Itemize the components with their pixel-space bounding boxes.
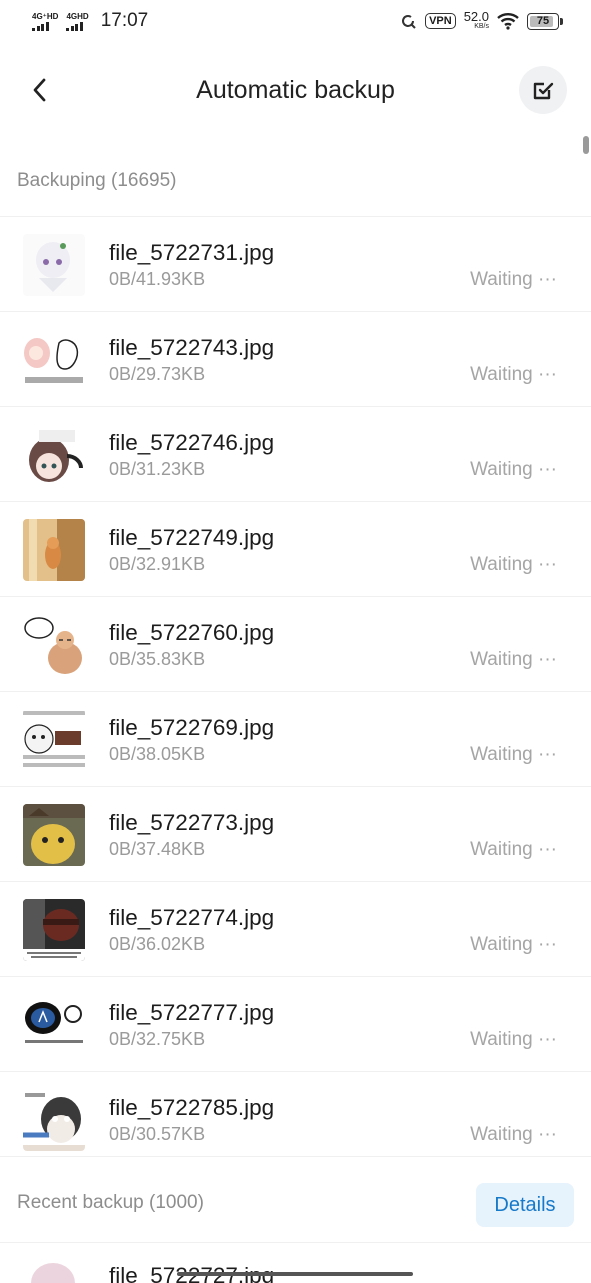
file-row[interactable]: file_5722743.jpg 0B/29.73KB Waiting ··· — [0, 311, 591, 406]
signal-bars-icon — [32, 21, 49, 31]
file-thumbnail — [23, 519, 85, 581]
backing-section-title: Backuping (16695) — [17, 170, 177, 191]
file-name: file_5722731.jpg — [109, 240, 275, 265]
file-status: Waiting ··· — [470, 459, 557, 480]
recent-section-title: Recent backup (1000) — [17, 1192, 204, 1213]
file-row[interactable]: file_5722760.jpg 0B/35.83KB Waiting ··· — [0, 596, 591, 691]
file-row[interactable]: file_5722774.jpg 0B/36.02KB Waiting ··· — [0, 881, 591, 976]
page-title: Automatic backup — [196, 76, 395, 104]
status-bar: 4G⁺HD 4GHD 17:07 VPN 52.0 KB/s 75 — [0, 0, 591, 46]
file-status: Waiting ··· — [470, 269, 557, 290]
clock: 17:07 — [100, 10, 149, 31]
file-progress: 0B/32.75KB — [109, 1029, 206, 1049]
file-name: file_5722746.jpg — [109, 430, 275, 455]
signal-bars-icon — [66, 21, 83, 31]
file-status: Waiting ··· — [470, 839, 557, 860]
file-name: file_5722760.jpg — [109, 620, 275, 645]
file-row[interactable]: file_5722773.jpg 0B/37.48KB Waiting ··· — [0, 786, 591, 881]
file-row[interactable]: file_5722769.jpg 0B/38.05KB Waiting ··· — [0, 691, 591, 786]
file-name: file_5722785.jpg — [109, 1095, 275, 1120]
file-name: file_5722769.jpg — [109, 715, 275, 740]
file-progress: 0B/41.93KB — [109, 269, 206, 289]
file-progress: 0B/31.23KB — [109, 459, 206, 479]
network-type-2: 4GHD — [66, 11, 89, 21]
scrollbar-thumb[interactable] — [583, 136, 589, 154]
network-speed: 52.0 KB/s — [463, 9, 489, 30]
file-progress: 0B/38.05KB — [109, 744, 206, 764]
top-app-bar: Automatic backup — [0, 56, 591, 126]
file-name: file_5722743.jpg — [109, 335, 275, 360]
file-thumbnail — [23, 1257, 85, 1283]
file-thumbnail — [23, 234, 85, 296]
file-thumbnail — [23, 329, 85, 391]
file-name: file_5722774.jpg — [109, 905, 275, 930]
file-thumbnail — [23, 1089, 85, 1151]
signal-sim2: 4GHD — [66, 11, 89, 31]
signal-sim1: 4G⁺HD — [32, 12, 58, 31]
file-status: Waiting ··· — [470, 554, 557, 575]
file-row[interactable]: file_5722777.jpg 0B/32.75KB Waiting ··· — [0, 976, 591, 1071]
divider — [0, 1156, 591, 1157]
file-name: file_5722773.jpg — [109, 810, 275, 835]
backup-file-list: file_5722731.jpg 0B/41.93KB Waiting ··· … — [0, 216, 591, 1166]
file-status: Waiting ··· — [470, 364, 557, 385]
select-mode-button[interactable] — [519, 66, 567, 114]
file-row[interactable]: file_5722749.jpg 0B/32.91KB Waiting ··· — [0, 501, 591, 596]
battery-icon: 75 — [527, 12, 563, 30]
file-status: Waiting ··· — [470, 1029, 557, 1050]
file-progress: 0B/35.83KB — [109, 649, 206, 669]
file-thumbnail — [23, 709, 85, 771]
file-thumbnail — [23, 899, 85, 961]
file-thumbnail — [23, 994, 85, 1056]
file-thumbnail — [23, 614, 85, 676]
file-progress: 0B/36.02KB — [109, 934, 206, 954]
file-name: file_5722749.jpg — [109, 525, 275, 550]
file-name: file_5722777.jpg — [109, 1000, 275, 1025]
file-status: Waiting ··· — [470, 649, 557, 670]
file-thumbnail — [23, 424, 85, 486]
sync-icon — [402, 15, 416, 29]
details-button[interactable]: Details — [476, 1183, 574, 1227]
file-progress: 0B/32.91KB — [109, 554, 206, 574]
network-type-1: 4G⁺HD — [32, 11, 59, 21]
home-indicator[interactable] — [177, 1272, 413, 1276]
file-row[interactable]: file_5722731.jpg 0B/41.93KB Waiting ··· — [0, 216, 591, 311]
file-status: Waiting ··· — [470, 744, 557, 765]
file-thumbnail — [23, 804, 85, 866]
file-status: Waiting ··· — [470, 1124, 557, 1145]
file-row[interactable]: file_5722746.jpg 0B/31.23KB Waiting ··· — [0, 406, 591, 501]
file-progress: 0B/37.48KB — [109, 839, 206, 859]
file-status: Waiting ··· — [470, 934, 557, 955]
checkbox-edit-icon — [533, 82, 554, 100]
file-progress: 0B/29.73KB — [109, 364, 206, 384]
file-progress: 0B/30.57KB — [109, 1124, 206, 1144]
wifi-icon — [497, 13, 519, 30]
file-row[interactable]: file_5722785.jpg 0B/30.57KB Waiting ··· — [0, 1071, 591, 1166]
file-row[interactable]: file_5722727.jpg — [0, 1242, 591, 1283]
vpn-badge: VPN — [425, 13, 456, 29]
